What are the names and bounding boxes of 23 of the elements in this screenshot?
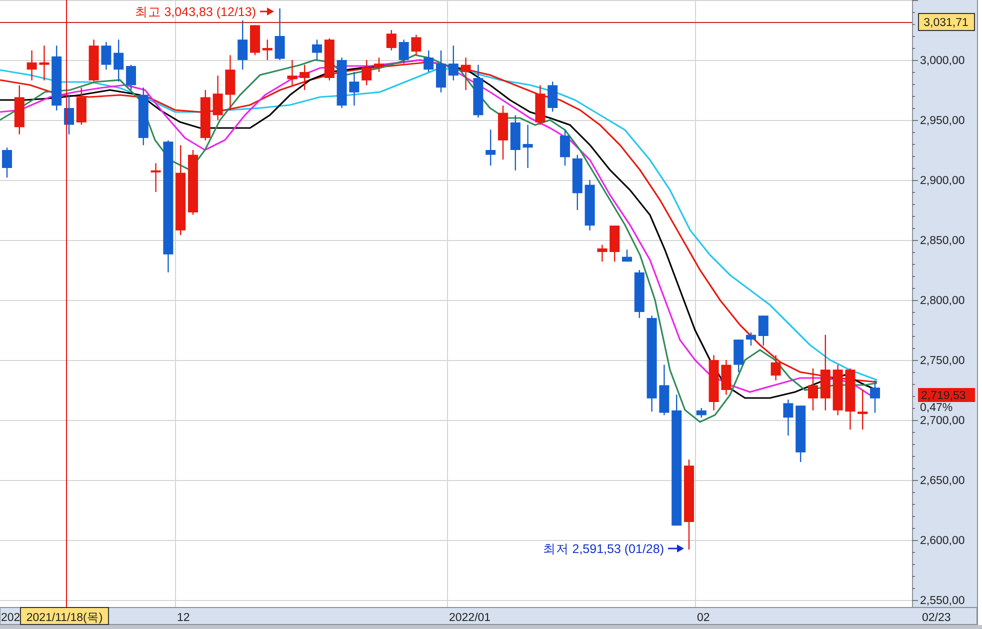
arrow-icon bbox=[668, 544, 684, 552]
axis-label: 2,800,00 bbox=[920, 295, 965, 307]
axis-label: 2,700,00 bbox=[920, 415, 965, 427]
axis-label: 2,650,00 bbox=[920, 475, 965, 487]
axis-label: 2,850,00 bbox=[920, 235, 965, 247]
axis-label: 2,600,00 bbox=[920, 535, 965, 547]
axis-label: 202 bbox=[1, 612, 20, 624]
axis-label: 2022/01 bbox=[449, 612, 491, 624]
axis-label: 3,000,00 bbox=[920, 55, 965, 67]
high-price-note: 최고 3,043,83 (12/13) bbox=[134, 5, 256, 19]
crosshair-price-label: 3,031,71 bbox=[918, 13, 975, 31]
axis-label: 2,550,00 bbox=[920, 595, 965, 607]
axis-label: 2,750,00 bbox=[920, 355, 965, 367]
arrow-icon bbox=[260, 8, 274, 16]
axis-label: 12 bbox=[177, 612, 190, 624]
low-price-note: 최저 2,591,53 (01/28) bbox=[542, 542, 664, 556]
last-date-label: 02/23 bbox=[922, 612, 951, 624]
axis-label: 2,900,00 bbox=[920, 175, 965, 187]
change-percent: 0,47% bbox=[920, 402, 953, 414]
axis-label: 2,950,00 bbox=[920, 115, 965, 127]
crosshair-date-label: 2021/11/18(목) bbox=[20, 607, 109, 625]
last-price-label: 2,719,53 bbox=[918, 388, 975, 402]
axis-label: 02 bbox=[697, 612, 710, 624]
